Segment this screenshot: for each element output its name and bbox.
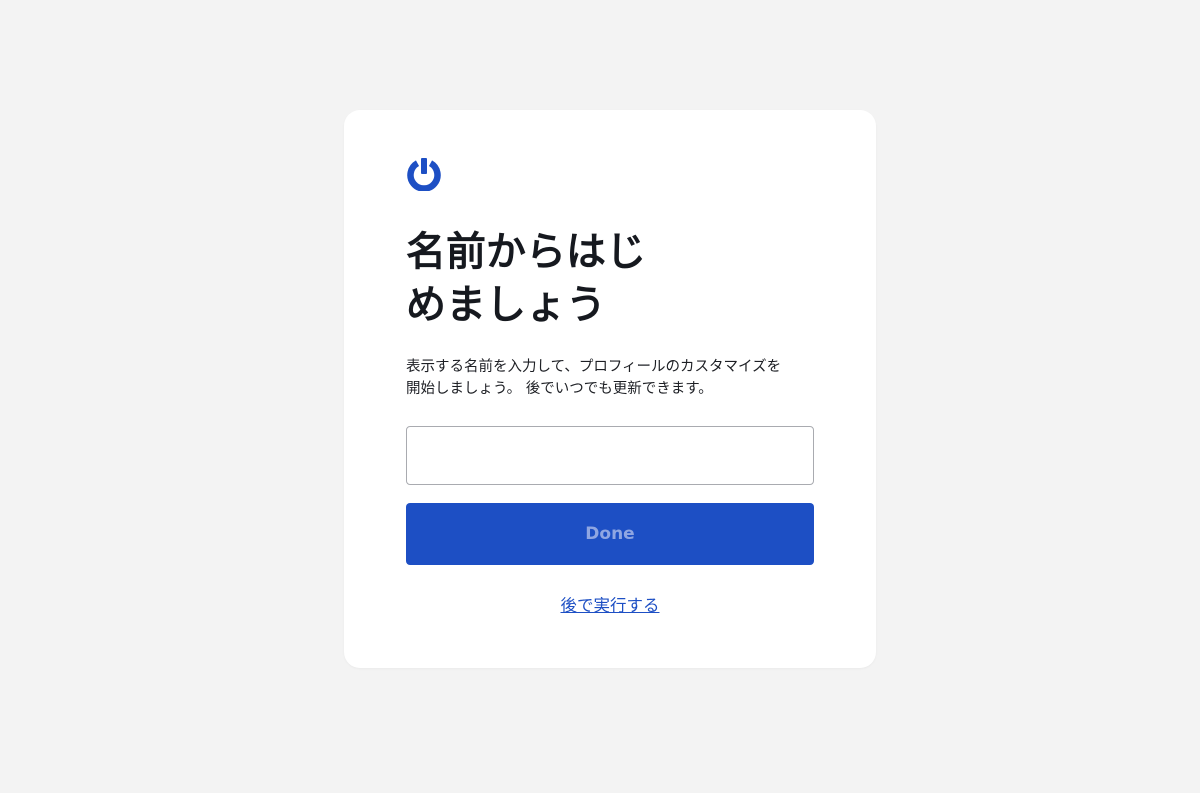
do-later-link[interactable]: 後で実行する (344, 592, 876, 616)
power-icon (407, 158, 441, 191)
onboarding-card: 名前からはじ めましょう 表示する名前を入力して、プロフィールのカスタマイズを … (344, 110, 876, 668)
description-text: 表示する名前を入力して、プロフィールのカスタマイズを 開始しましょう。 後でいつ… (406, 356, 816, 400)
display-name-input[interactable] (406, 426, 814, 485)
done-button[interactable]: Done (406, 503, 814, 565)
page-title: 名前からはじ めましょう (406, 226, 706, 332)
description-line-2: 開始しましょう。 後でいつでも更新できます。 (406, 381, 713, 397)
page-title-line-2: めましょう (406, 282, 606, 328)
description-line-1: 表示する名前を入力して、プロフィールのカスタマイズを (406, 359, 782, 375)
page-title-line-1: 名前からはじ (406, 229, 646, 275)
